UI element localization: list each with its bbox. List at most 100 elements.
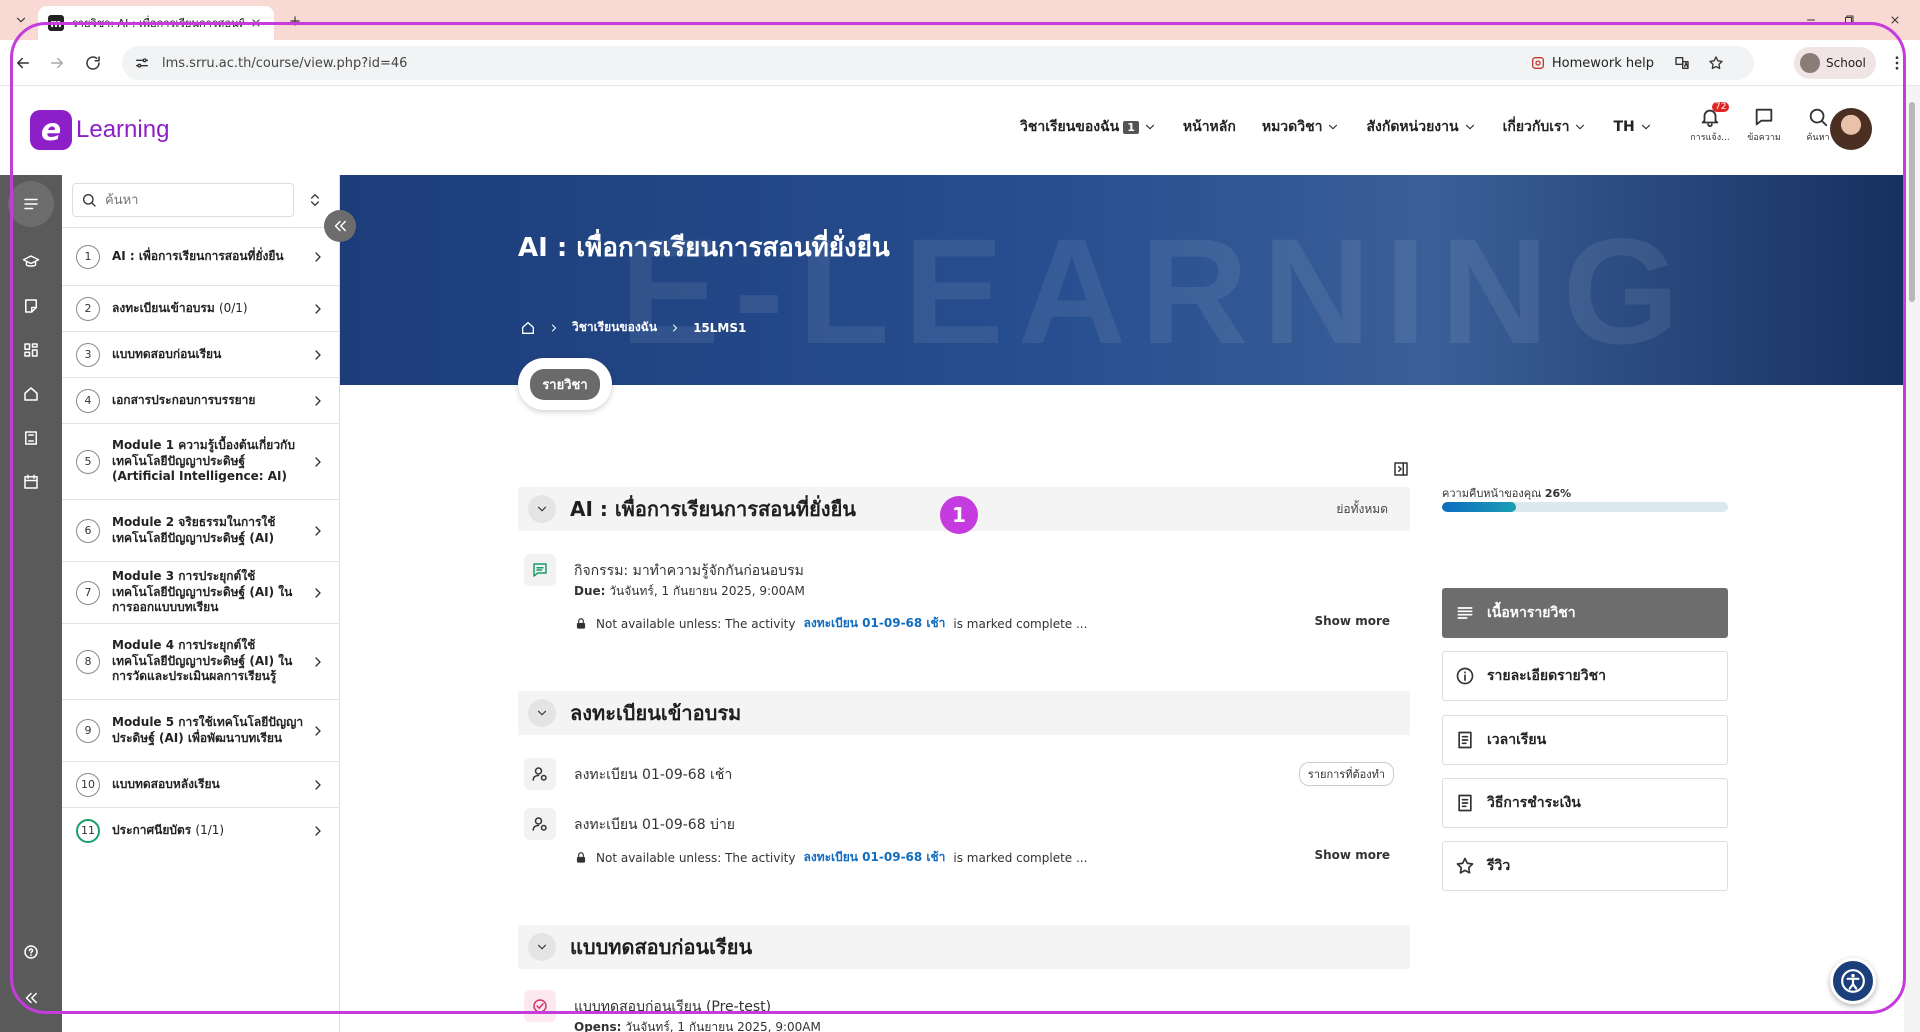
translate-icon[interactable] — [1674, 55, 1690, 71]
course-index-item[interactable]: 3 แบบทดสอบก่อนเรียน — [62, 331, 340, 377]
homework-help-button[interactable]: Homework help — [1530, 55, 1654, 71]
notifications-button[interactable]: 72 การแจ้ง... — [1690, 102, 1730, 144]
page-scrollbar[interactable] — [1904, 86, 1920, 1032]
activity-item[interactable]: ลงทะเบียน 01-09-68 บ่าย Not available un… — [524, 808, 1404, 868]
nav-my-courses[interactable]: วิชาเรียนของฉัน 1 — [1020, 116, 1157, 138]
book-icon[interactable] — [14, 421, 48, 455]
home-icon[interactable] — [520, 320, 536, 336]
chevron-right-icon[interactable] — [310, 723, 326, 739]
show-more-link[interactable]: Show more — [1315, 614, 1391, 628]
messages-button[interactable]: ข้อความ — [1744, 106, 1784, 144]
course-index-search[interactable] — [72, 183, 294, 217]
user-avatar[interactable] — [1830, 108, 1872, 150]
note-icon[interactable] — [14, 289, 48, 323]
course-index-item-title: ลงทะเบียนเข้าอบรม (0/1) — [112, 301, 304, 317]
chevron-down-icon[interactable] — [528, 699, 556, 727]
browser-profile-button[interactable]: School — [1794, 47, 1876, 79]
course-index-item[interactable]: 2 ลงทะเบียนเข้าอบรม (0/1) — [62, 285, 340, 331]
activity-name[interactable]: ลงทะเบียน 01-09-68 บ่าย — [574, 814, 735, 836]
course-index-item[interactable]: 1 AI : เพื่อการเรียนการสอนที่ยั่งยืน — [62, 227, 340, 285]
nav-categories[interactable]: หมวดวิชา — [1262, 116, 1341, 138]
course-index-item[interactable]: 7 Module 3 การประยุกต์ใช้เทคโนโลยีปัญญาปร… — [62, 561, 340, 623]
tab-search-chevron-icon[interactable] — [10, 9, 32, 31]
site-settings-icon[interactable] — [134, 55, 150, 71]
forward-arrow-icon[interactable] — [46, 52, 68, 74]
course-index-item[interactable]: 8 Module 4 การประยุกต์ใช้เทคโนโลยีปัญญาปร… — [62, 623, 340, 699]
chevron-right-icon[interactable] — [310, 654, 326, 670]
nav-about[interactable]: เกี่ยวกับเรา — [1503, 116, 1588, 138]
course-index-search-input[interactable] — [105, 192, 275, 208]
restriction-link[interactable]: ลงทะเบียน 01-09-68 เช้า — [803, 848, 945, 867]
course-index-item[interactable]: 5 Module 1 ความรู้เบื้องต้นเกี่ยวกับเทคโน… — [62, 423, 340, 499]
window-close-icon[interactable] — [1884, 9, 1906, 31]
window-minimize-icon[interactable] — [1800, 9, 1822, 31]
home-icon[interactable] — [14, 377, 48, 411]
course-index-item[interactable]: 11 ประกาศนียบัตร (1/1) — [62, 807, 340, 853]
show-more-link[interactable]: Show more — [1315, 848, 1391, 862]
chevron-down-icon[interactable] — [528, 933, 556, 961]
side-menu-item[interactable]: เวลาเรียน — [1442, 715, 1728, 765]
scrollbar-thumb[interactable] — [1909, 102, 1915, 302]
course-index-item[interactable]: 9 Module 5 การใช้เทคโนโลยีปัญญาประดิษฐ์ (… — [62, 699, 340, 761]
side-menu-item[interactable]: วิธีการชำระเงิน — [1442, 778, 1728, 828]
course-index-item[interactable]: 10 แบบทดสอบหลังเรียน — [62, 761, 340, 807]
window-restore-icon[interactable] — [1838, 9, 1860, 31]
course-index-toggle-icon[interactable] — [8, 181, 54, 227]
breadcrumb: วิชาเรียนของฉัน 15LMS1 — [520, 318, 746, 337]
breadcrumb-my-courses[interactable]: วิชาเรียนของฉัน — [572, 318, 657, 337]
course-index-item[interactable]: 4 เอกสารประกอบการบรรยาย — [62, 377, 340, 423]
course-index-item[interactable]: 6 Module 2 จริยธรรมในการใช้เทคโนโลยีปัญญา… — [62, 499, 340, 561]
chevron-right-icon[interactable] — [310, 523, 326, 539]
nav-language[interactable]: TH — [1613, 119, 1652, 135]
side-menu-item[interactable]: เนื้อหารายวิชา — [1442, 588, 1728, 638]
back-arrow-icon[interactable] — [12, 52, 34, 74]
activity-name[interactable]: ลงทะเบียน 01-09-68 เช้า — [574, 764, 732, 786]
expand-collapse-icon[interactable] — [304, 189, 326, 211]
chevron-right-icon[interactable] — [310, 301, 326, 317]
chevron-right-icon[interactable] — [310, 585, 326, 601]
chevron-right-icon[interactable] — [310, 823, 326, 839]
nav-home[interactable]: หน้าหลัก — [1183, 116, 1236, 138]
breadcrumb-course-code[interactable]: 15LMS1 — [693, 321, 746, 335]
site-logo[interactable]: e Learning — [30, 110, 169, 150]
reload-icon[interactable] — [82, 52, 104, 74]
nav-departments[interactable]: สังกัดหน่วยงาน — [1366, 116, 1476, 138]
url-omnibox[interactable]: lms.srru.ac.th/course/view.php?id=46 Hom… — [122, 46, 1754, 80]
side-menu-item[interactable]: รีวิว — [1442, 841, 1728, 891]
graduation-cap-icon[interactable] — [14, 245, 48, 279]
dashboard-grid-icon[interactable] — [14, 333, 48, 367]
chevron-right-icon[interactable] — [310, 249, 326, 265]
browser-tab[interactable]: m รายวิชา: AI : เพื่อการเรียนการสอนที่ยั… — [38, 6, 274, 40]
chevron-down-icon — [1329, 124, 1338, 130]
collapse-all-link[interactable]: ย่อทั้งหมด — [1336, 500, 1388, 519]
browser-menu-icon[interactable] — [1886, 52, 1908, 74]
chevron-right-icon[interactable] — [310, 347, 326, 363]
activity-name[interactable]: กิจกรรม: มาทำความรู้จักกันก่อนอบรม — [574, 560, 804, 582]
due-value: วันจันทร์, 1 กันยายน 2025, 9:00AM — [609, 584, 805, 598]
close-course-index-icon[interactable] — [324, 210, 356, 242]
section-title: ลงทะเบียนเข้าอบรม — [570, 701, 742, 725]
bookmark-star-icon[interactable] — [1708, 55, 1724, 71]
accessibility-icon[interactable] — [1830, 958, 1876, 1004]
chevron-right-icon[interactable] — [310, 777, 326, 793]
collapse-rail-icon[interactable] — [14, 981, 48, 1015]
chevron-down-icon[interactable] — [528, 495, 556, 523]
section-header-2[interactable]: ลงทะเบียนเข้าอบรม — [518, 691, 1410, 735]
url-text[interactable]: lms.srru.ac.th/course/view.php?id=46 — [162, 56, 1530, 71]
side-menu-item[interactable]: รายละเอียดรายวิชา — [1442, 651, 1728, 701]
drawer-toggle-icon[interactable] — [1392, 460, 1410, 478]
help-icon[interactable] — [14, 935, 48, 969]
chevron-right-icon[interactable] — [310, 393, 326, 409]
course-title: AI : เพื่อการเรียนการสอนที่ยั่งยืน — [518, 233, 890, 263]
tab-close-icon[interactable] — [248, 15, 264, 31]
tab-course[interactable]: รายวิชา — [518, 358, 612, 410]
activity-item[interactable]: กิจกรรม: มาทำความรู้จักกันก่อนอบรม Due: … — [524, 554, 1404, 634]
activity-item[interactable]: ลงทะเบียน 01-09-68 เช้า รายการที่ต้องทำ — [524, 758, 1404, 794]
chevron-right-icon[interactable] — [310, 454, 326, 470]
calendar-icon[interactable] — [14, 465, 48, 499]
activity-item[interactable]: แบบทดสอบก่อนเรียน (Pre-test) Opens: วันจ… — [524, 990, 1404, 1032]
activity-name[interactable]: แบบทดสอบก่อนเรียน (Pre-test) — [574, 996, 771, 1018]
restriction-link[interactable]: ลงทะเบียน 01-09-68 เช้า — [803, 614, 945, 633]
section-header-3[interactable]: แบบทดสอบก่อนเรียน — [518, 925, 1410, 969]
new-tab-plus-icon[interactable] — [284, 10, 306, 32]
